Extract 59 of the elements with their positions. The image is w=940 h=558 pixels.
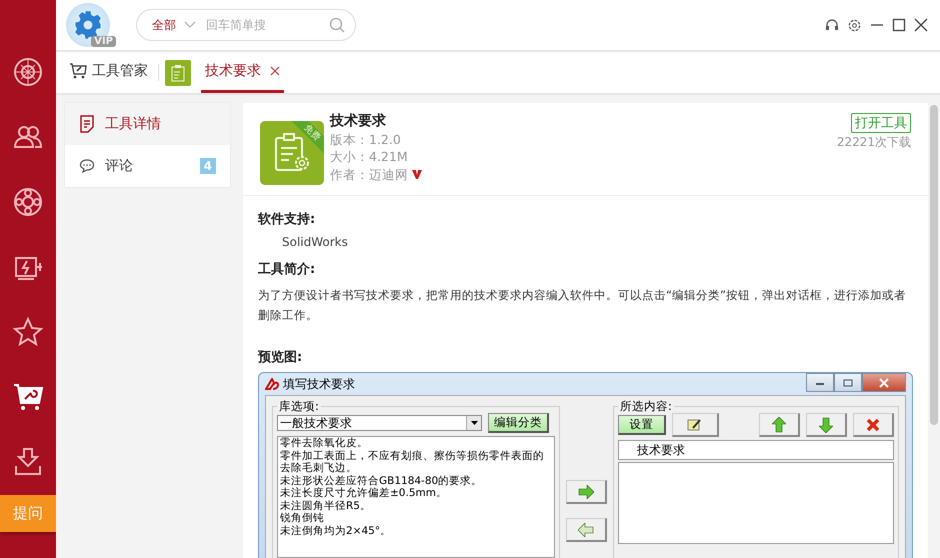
maximize-icon[interactable] [892,18,906,32]
minimize-icon [806,373,834,392]
dropdown-icon [470,421,478,425]
tool-name: 技术要求 [330,113,387,130]
section-heading: 预览图: [258,349,304,366]
chat-icon [79,158,95,174]
search-icon[interactable] [329,17,345,33]
list-item: 零件加工表面上，不应有划痕、擦伤等损伤零件表面的 [280,450,545,462]
tool-meta: 大小：4.21M [330,148,409,166]
left-arrow-icon [578,522,594,536]
star-icon[interactable] [12,316,44,348]
clipboard-icon [165,60,191,86]
list-item: 技术要求 [618,440,894,460]
vip-badge: VIP [91,36,116,47]
list-item: 未注倒角均为2×45°。 [280,524,392,537]
close-icon[interactable] [270,66,280,76]
up-arrow-icon [772,416,786,432]
chevron-down-icon[interactable] [184,21,196,29]
group-label: 库选项: [278,400,320,413]
section-heading: 软件支持: [258,211,316,228]
cart-icon[interactable] [12,381,44,413]
scope-dropdown[interactable]: 全部 [152,16,176,34]
edit-icon [686,418,703,432]
count-badge: 4 [200,158,216,174]
delete-icon [866,418,880,432]
open-tool-button[interactable]: 打开工具 [851,113,911,133]
document-icon [79,115,95,133]
list-item: 未注形状公差应符合GB1184-80的要求。 [280,474,484,487]
right-arrow-icon [578,484,594,498]
close-icon[interactable] [914,18,928,32]
close-icon [862,373,906,392]
list-item: 未注圆角半径R5。 [280,500,372,512]
settings-icon[interactable] [847,18,862,32]
dialog-title: 填写技术要求 [283,376,355,392]
maximize-icon [834,373,862,392]
bearing-icon[interactable] [12,186,44,218]
software-name: SolidWorks [281,235,349,249]
headset-icon[interactable] [825,18,839,32]
menu-item[interactable]: 工具详情 [65,103,230,145]
download-icon[interactable] [12,446,44,478]
group-label: 所选内容: [618,400,673,413]
edit-category-button[interactable]: 编辑分类 [488,413,549,433]
section-heading: 工具简介: [258,261,316,278]
app-logo-icon [265,378,279,390]
scrollbar-thumb[interactable] [930,105,938,425]
settings-button[interactable]: 设置 [618,415,666,435]
download-count: 22221次下载 [836,134,911,151]
list-item: 未注长度尺寸允许偏差±0.5mm。 [280,487,448,500]
cart-icon [69,63,87,79]
list-item: 去除毛刺飞边。 [280,462,358,474]
description-text: 为了方便设计者书写技术要求，把常用的技术要求内容编入软件中。可以点击“编辑分类”按钮，弹出对话框，进行添加或者删除工作。 [258,287,908,324]
tab[interactable]: 工具管家 [65,52,152,93]
list-item: 零件去除氧化皮。 [280,437,369,450]
menu-item[interactable]: 评论 4 [65,145,230,187]
tool-author: 作者：迈迪网 [330,166,408,183]
list-item: 锐角倒钝 [280,512,325,524]
tool-meta: 版本：1.2.0 [330,130,402,148]
down-arrow-icon [819,416,833,432]
search-field[interactable]: 全部 回车简单搜 [136,9,356,41]
